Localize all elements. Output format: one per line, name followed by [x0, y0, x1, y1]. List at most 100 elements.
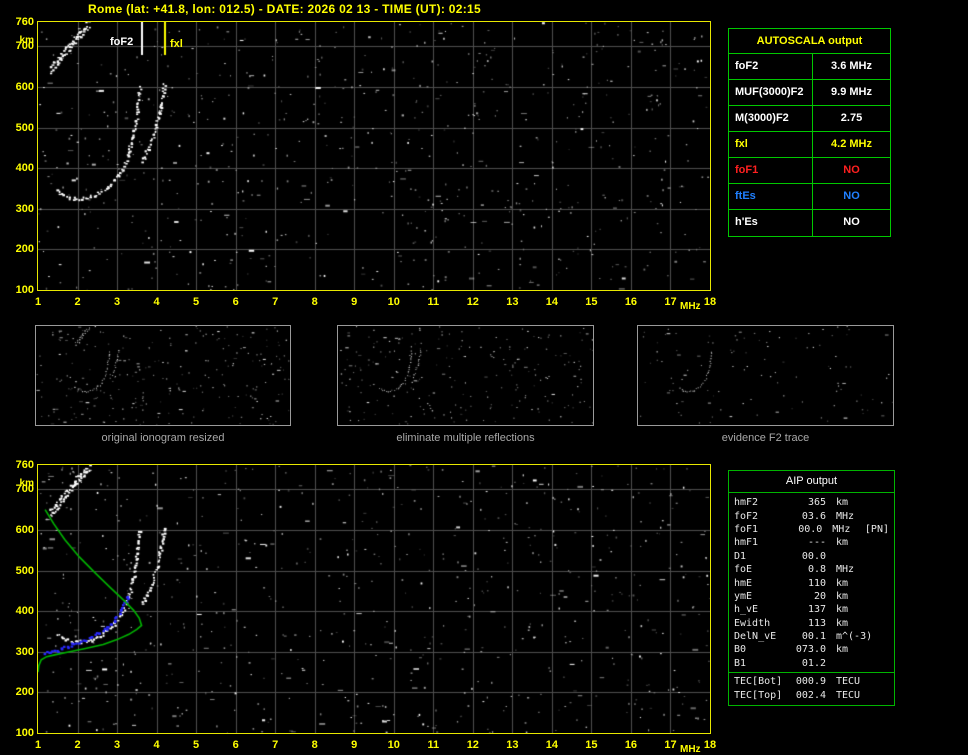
- aip-param-name: hmF1: [734, 537, 759, 549]
- aip-param-value: 110: [807, 577, 826, 589]
- y-axis-unit-label: km: [19, 478, 34, 489]
- aip-param-unit: km: [836, 577, 849, 589]
- x-tick-label: 1: [34, 296, 42, 308]
- aip-tec-rows: TEC[Bot] 000.9 TECU TEC[Top] 002.4 TECU: [729, 672, 894, 705]
- x-tick-label: 15: [585, 739, 598, 751]
- x-tick-label: 11: [427, 296, 440, 308]
- aip-param-name: foF1: [734, 523, 759, 535]
- x-tick-label: 18: [703, 739, 717, 751]
- y-tick-label: 200: [15, 686, 34, 699]
- aip-param-value: 000.9: [795, 676, 826, 688]
- aip-param-value: 01.2: [801, 657, 826, 669]
- x-tick-label: 12: [466, 739, 479, 751]
- aip-param-unit: km: [836, 537, 849, 549]
- y-tick-label: 600: [15, 523, 34, 536]
- aip-output-table: AIP output hmF2 365 km foF2 03.6 MHz foF1 00.0 M…: [728, 470, 895, 706]
- aip-param-value: 20: [813, 590, 826, 602]
- aip-param-value: 365: [807, 497, 826, 509]
- autoscala-output-table: AUTOSCALA output foF2 3.6 MHz MUF(3000)F2 9…: [728, 28, 891, 237]
- aip-param-value: 137: [807, 604, 826, 616]
- aip-param-name: B0: [734, 644, 747, 656]
- thumbnail-f2-trace: [637, 325, 894, 426]
- aip-row: hmE 110 km: [734, 576, 889, 589]
- aip-param-unit: m^(-3): [836, 631, 873, 643]
- x-tick-label: 7: [272, 296, 279, 308]
- x-tick-label: 5: [193, 739, 200, 751]
- x-tick-label: 11: [427, 739, 440, 751]
- autoscala-param-value: NO: [843, 216, 860, 228]
- aip-row: Ewidth 113 km: [734, 617, 889, 630]
- autoscala-row: foF1 NO: [729, 158, 890, 184]
- aip-param-value: 0.8: [807, 564, 826, 576]
- aip-row: hmF1 --- km: [734, 536, 889, 549]
- aip-param-note: [PN]: [864, 523, 889, 535]
- aip-param-name: foF2: [734, 510, 759, 522]
- autoscala-param-label: MUF(3000)F2: [729, 80, 813, 105]
- aip-tec-row: TEC[Top] 002.4 TECU: [734, 688, 889, 701]
- aip-param-value: 00.1: [801, 631, 826, 643]
- fof2-marker-label: foF2: [110, 36, 134, 48]
- aip-param-unit: TECU: [836, 689, 861, 701]
- aip-param-unit: km: [836, 604, 849, 616]
- ionogram-top-plot: foF2 fxl: [37, 21, 711, 291]
- aip-param-unit: MHz: [832, 523, 851, 535]
- autoscala-param-value: 4.2 MHz: [831, 138, 872, 150]
- x-axis-unit-label: MHz: [680, 744, 701, 755]
- aip-row: h_vE 137 km: [734, 603, 889, 616]
- thumbnail-caption-reflections: eliminate multiple reflections: [396, 432, 535, 444]
- thumbnail-f2-trace-canvas: [638, 326, 893, 425]
- thumbnail-original-canvas: [36, 326, 290, 425]
- autoscala-row: MUF(3000)F2 9.9 MHz: [729, 80, 890, 106]
- autoscala-row: M(3000)F2 2.75: [729, 106, 890, 132]
- x-tick-label: 18: [703, 296, 717, 308]
- x-tick-label: 9: [351, 739, 358, 751]
- x-tick-label: 17: [664, 739, 677, 751]
- x-tick-label: 16: [624, 739, 638, 751]
- aip-param-name: h_vE: [734, 604, 759, 616]
- aip-param-value: 00.0: [798, 523, 823, 535]
- thumbnail-original-ionogram: [35, 325, 291, 426]
- aip-param-value: 03.6: [801, 510, 826, 522]
- aip-param-name: B1: [734, 657, 747, 669]
- aip-param-name: Ewidth: [734, 617, 771, 629]
- autoscala-param-value: 9.9 MHz: [831, 86, 872, 98]
- x-tick-label: 14: [545, 739, 558, 751]
- x-tick-label: 13: [506, 296, 519, 308]
- y-tick-label: 500: [15, 564, 34, 577]
- x-tick-label: 9: [351, 296, 358, 308]
- thumbnail-multiple-reflections-canvas: [338, 326, 593, 425]
- aip-row: foE 0.8 MHz: [734, 563, 889, 576]
- aip-row: DelN_vE 00.1 m^(-3): [734, 630, 889, 643]
- y-tick-label: 500: [15, 121, 34, 134]
- x-tick-label: 6: [232, 296, 239, 308]
- autoscala-param-value: 2.75: [840, 112, 863, 124]
- aip-param-unit: MHz: [836, 564, 855, 576]
- autoscala-param-value: NO: [843, 164, 860, 176]
- aip-tec-row: TEC[Bot] 000.9 TECU: [734, 675, 889, 688]
- y-tick-label: 400: [15, 162, 34, 175]
- x-tick-label: 8: [311, 739, 318, 751]
- aip-row: foF1 00.0 MHz [PN]: [734, 523, 889, 536]
- y-tick-label: 400: [15, 605, 34, 618]
- aip-param-name: TEC[Top]: [734, 689, 783, 701]
- x-tick-label: 10: [387, 739, 400, 751]
- aip-param-unit: km: [836, 590, 849, 602]
- x-tick-label: 3: [113, 296, 121, 308]
- y-tick-label: 760: [15, 459, 34, 471]
- x-tick-label: 8: [311, 296, 318, 308]
- aip-row: hmF2 365 km: [734, 496, 889, 509]
- ionogram-bottom-plot: [37, 464, 711, 734]
- thumbnail-caption-f2: evidence F2 trace: [721, 432, 810, 444]
- fxi-marker-label: fxl: [170, 38, 183, 50]
- x-tick-label: 2: [74, 739, 81, 751]
- x-tick-label: 5: [193, 296, 200, 308]
- aip-row: B0 073.0 km: [734, 643, 889, 656]
- y-tick-label: 300: [15, 202, 34, 215]
- x-axis-unit-label: MHz: [680, 301, 701, 312]
- x-tick-label: 16: [624, 296, 638, 308]
- aip-param-unit: km: [836, 497, 849, 509]
- aip-param-unit: km: [836, 644, 849, 656]
- autoscala-row: h'Es NO: [729, 210, 890, 236]
- x-tick-label: 13: [506, 739, 519, 751]
- aip-param-value: 073.0: [795, 644, 826, 656]
